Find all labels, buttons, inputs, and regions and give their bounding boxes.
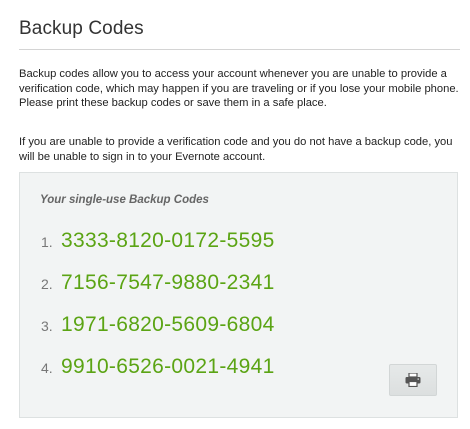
print-button[interactable] xyxy=(389,364,437,396)
backup-codes-description: Backup codes allow you to access your ac… xyxy=(19,68,459,109)
page-title: Backup Codes xyxy=(19,18,144,39)
backup-code: 7156-7547-9880-2341 xyxy=(61,271,275,294)
backup-code: 1971-6820-5609-6804 xyxy=(61,313,275,336)
code-number: 3. xyxy=(41,318,53,334)
backup-codes-warning: If you are unable to provide a verificat… xyxy=(19,136,453,163)
backup-code-item: 2. 7156-7547-9880-2341 xyxy=(41,271,275,313)
code-number: 4. xyxy=(41,360,53,376)
backup-code: 9910-6526-0021-4941 xyxy=(61,355,275,378)
backup-code-item: 1. 3333-8120-0172-5595 xyxy=(41,229,275,271)
backup-code-item: 4. 9910-6526-0021-4941 xyxy=(41,355,275,397)
backup-code-list: 1. 3333-8120-0172-5595 2. 7156-7547-9880… xyxy=(41,229,275,397)
backup-codes-panel: Your single-use Backup Codes 1. 3333-812… xyxy=(19,172,458,418)
code-number: 1. xyxy=(41,234,53,250)
backup-code-item: 3. 1971-6820-5609-6804 xyxy=(41,313,275,355)
backup-code: 3333-8120-0172-5595 xyxy=(61,229,275,252)
code-number: 2. xyxy=(41,276,53,292)
codes-heading: Your single-use Backup Codes xyxy=(40,194,209,206)
title-divider xyxy=(19,49,460,50)
printer-icon xyxy=(405,373,421,387)
